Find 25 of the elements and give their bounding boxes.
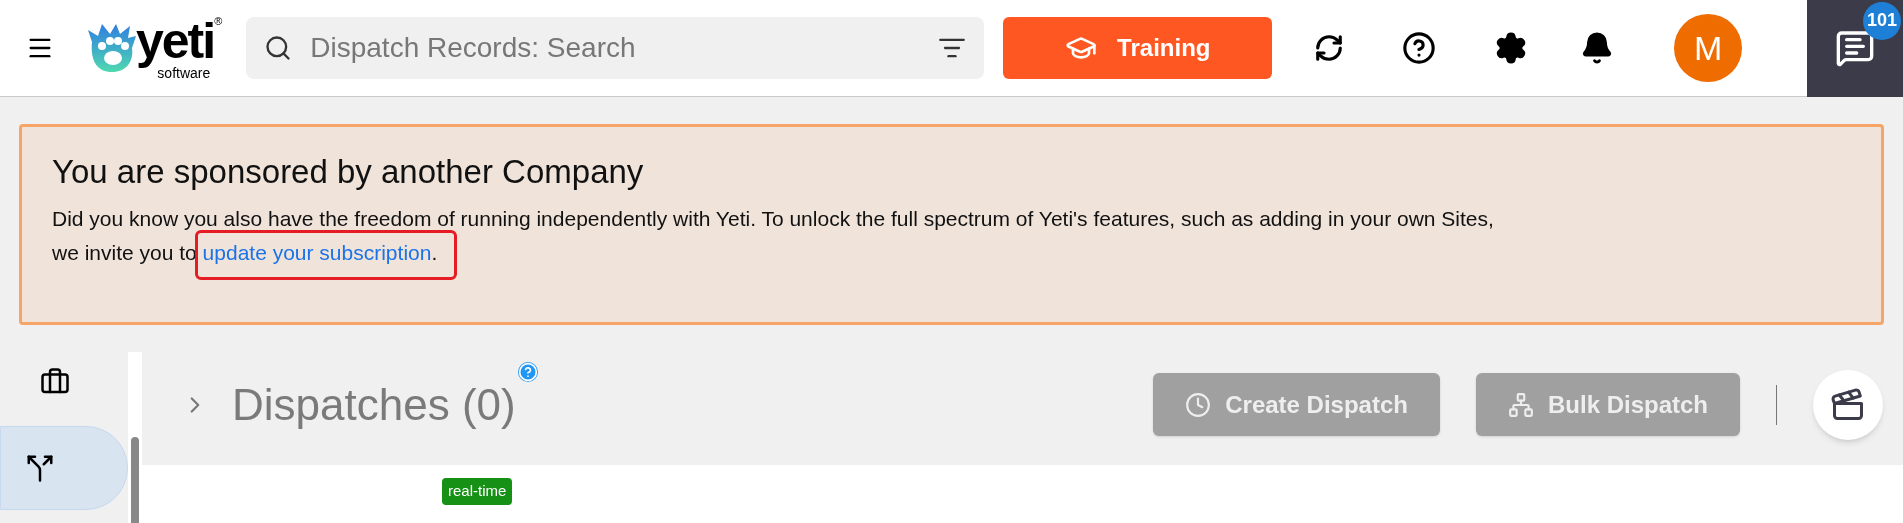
- search-bar[interactable]: Dispatch Records: Search: [246, 17, 985, 79]
- film-icon: [1830, 386, 1866, 423]
- page-title: Dispatches (0): [232, 378, 516, 431]
- banner-title: You are sponsored by another Company: [52, 152, 645, 192]
- chat-icon: [1835, 28, 1875, 68]
- training-button[interactable]: Training: [1003, 17, 1273, 79]
- help-icon: [1402, 31, 1437, 65]
- scrollbar[interactable]: [128, 352, 142, 523]
- paw-logo-icon: [86, 22, 138, 74]
- update-subscription-link[interactable]: update your subscription: [202, 241, 432, 264]
- user-avatar[interactable]: M: [1674, 14, 1743, 82]
- clock-icon: [1185, 391, 1212, 418]
- search-icon: [264, 34, 293, 62]
- logo-word: yeti: [136, 15, 215, 66]
- search-field[interactable]: Dispatch Records: Search: [310, 27, 939, 69]
- registered-mark: ®: [214, 15, 223, 27]
- video-tutorial-button[interactable]: [1813, 369, 1883, 440]
- help-icon[interactable]: [517, 361, 538, 382]
- refresh-icon: [1314, 33, 1345, 63]
- chat-count-badge: 101: [1863, 1, 1901, 40]
- split-arrows-icon: [25, 453, 55, 483]
- chat-panel-button[interactable]: 101: [1807, 0, 1903, 97]
- real-time-badge: real-time: [442, 478, 513, 505]
- network-icon: [1507, 391, 1534, 418]
- logo-subtitle: software: [157, 65, 211, 81]
